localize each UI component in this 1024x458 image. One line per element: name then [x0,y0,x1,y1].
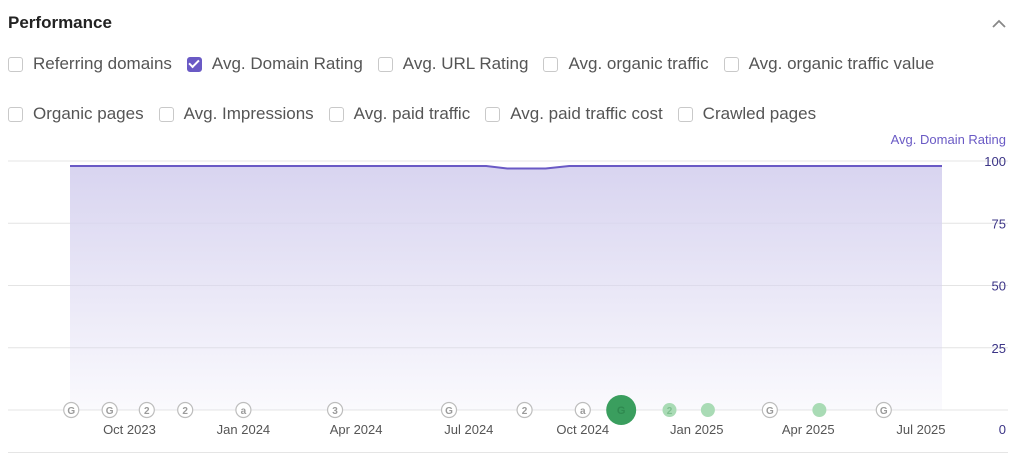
x-tick-label: Jul 2024 [444,422,493,437]
annotation-marker-label: 2 [667,406,673,417]
annotation-marker[interactable]: a [574,401,591,419]
x-tick-label: Oct 2024 [556,422,609,437]
y-tick-label: 100 [984,154,1006,169]
annotation-marker-circle [812,403,827,417]
annotation-marker[interactable]: a [235,401,252,419]
annotation-marker-label: G [67,406,75,417]
annotation-marker[interactable]: G [875,401,892,419]
annotation-marker[interactable]: G [63,401,80,419]
annotation-marker[interactable]: G [761,401,778,419]
annotation-marker[interactable] [812,403,827,417]
annotation-marker[interactable]: G [606,395,637,425]
annotation-marker[interactable]: 3 [326,401,344,419]
annotation-marker[interactable] [700,403,715,417]
annotation-marker[interactable]: 2 [662,403,677,417]
annotation-marker-label: 2 [144,406,150,417]
x-tick-label: Oct 2023 [103,422,156,437]
annotation-marker-label: G [766,406,774,417]
annotation-marker-label: a [580,406,586,417]
x-tick-label: Jan 2025 [670,422,724,437]
x-tick-label: Apr 2024 [330,422,383,437]
annotation-marker-label: 2 [522,406,528,417]
annotation-marker-label: G [445,406,453,417]
annotation-marker-label: G [617,405,626,417]
annotation-marker-label: 2 [182,406,188,417]
x-tick-label: Apr 2025 [782,422,835,437]
annotation-marker[interactable]: G [101,401,118,419]
performance-chart: 0 25 50 75 100 Oct 2023 Jan 2024 Apr 2024 Jul 20… [8,154,1008,437]
x-tick-label: Jan 2024 [217,422,271,437]
annotation-marker-circle [700,403,715,417]
y-tick-label: 25 [992,341,1006,356]
annotation-marker-label: a [241,406,247,417]
annotation-marker[interactable]: G [440,401,458,419]
panel-bottom-divider [8,452,1008,453]
x-tick-label: Jul 2025 [896,422,945,437]
series-area [70,166,942,410]
annotation-marker-label: G [106,406,114,417]
annotation-marker[interactable]: 2 [516,401,533,419]
annotation-marker-label: G [880,406,888,417]
y-tick-label: 50 [992,279,1006,294]
y-tick-label: 75 [992,216,1006,231]
annotation-marker-label: 3 [332,406,338,417]
y-tick-label: 0 [999,422,1006,437]
annotation-marker[interactable]: 2 [177,401,194,419]
annotation-marker[interactable]: 2 [138,401,155,419]
